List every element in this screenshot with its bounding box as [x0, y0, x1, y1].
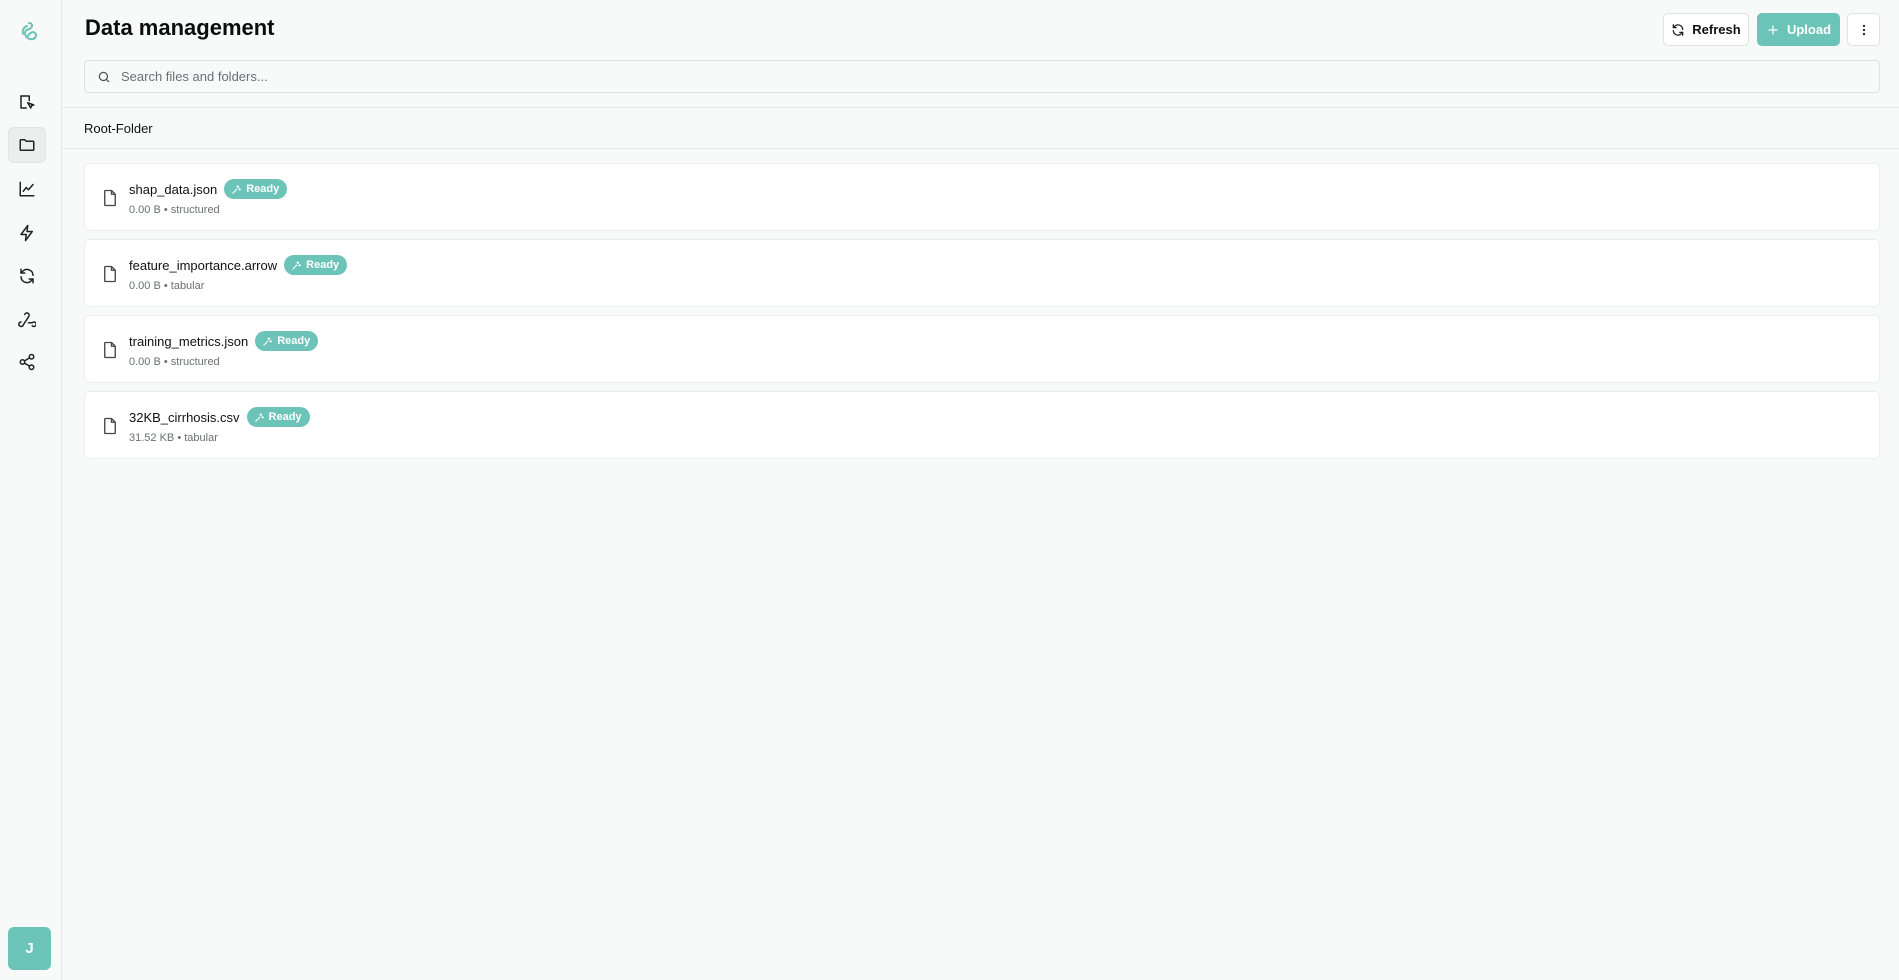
- sidebar-item-editor[interactable]: [8, 84, 46, 120]
- refresh-label: Refresh: [1692, 22, 1741, 37]
- file-name: training_metrics.json: [129, 333, 249, 349]
- lightning-icon: [20, 224, 33, 242]
- edit-icon: [20, 95, 35, 109]
- file-name: feature_importance.arrow: [129, 257, 278, 273]
- status-text: Ready: [306, 259, 340, 271]
- status-text: Ready: [246, 183, 280, 195]
- status-text: Ready: [268, 411, 302, 423]
- folder-icon: [19, 139, 35, 151]
- file-name: shap_data.json: [129, 181, 218, 197]
- refresh-button[interactable]: Refresh: [1663, 13, 1749, 46]
- file-icon: [104, 417, 116, 435]
- file-icon: [104, 341, 116, 359]
- line-chart-icon: [19, 181, 35, 197]
- search-icon: [98, 71, 110, 82]
- upload-label: Upload: [1786, 22, 1832, 37]
- avatar[interactable]: J: [8, 927, 51, 970]
- status-badge: Ready: [224, 179, 288, 199]
- refresh-cycle-icon: [20, 268, 34, 284]
- file-list: shap_data.json Ready 0.00 B • structured…: [84, 163, 1880, 467]
- file-row[interactable]: feature_importance.arrow Ready 0.00 B • …: [84, 239, 1880, 307]
- file-icon: [104, 189, 116, 207]
- sidebar: J: [0, 0, 62, 980]
- sidebar-item-webhooks[interactable]: [8, 301, 46, 337]
- search-bar: [84, 60, 1880, 93]
- file-icon: [104, 265, 116, 283]
- file-meta: 0.00 B • structured: [129, 204, 220, 216]
- file-meta: 31.52 KB • tabular: [129, 432, 218, 444]
- plus-icon: [1768, 24, 1778, 35]
- sparkle-icon: [254, 412, 264, 422]
- refresh-icon: [1672, 23, 1684, 36]
- sparkle-icon: [263, 336, 273, 346]
- share-icon: [19, 353, 35, 371]
- upload-button[interactable]: Upload: [1757, 13, 1840, 46]
- sidebar-item-analytics[interactable]: [8, 171, 46, 207]
- file-row[interactable]: shap_data.json Ready 0.00 B • structured: [84, 163, 1880, 231]
- status-badge: Ready: [255, 331, 319, 351]
- sidebar-item-share[interactable]: [8, 344, 46, 380]
- more-options-button[interactable]: [1847, 13, 1880, 46]
- sparkle-icon: [292, 260, 302, 270]
- webhook-icon: [18, 312, 36, 328]
- sidebar-item-data[interactable]: [8, 127, 46, 163]
- file-row[interactable]: training_metrics.json Ready 0.00 B • str…: [84, 315, 1880, 383]
- breadcrumb: Root-Folder: [62, 107, 1899, 149]
- breadcrumb-root[interactable]: Root-Folder: [84, 121, 153, 136]
- status-badge: Ready: [246, 407, 310, 427]
- sidebar-item-actions[interactable]: [8, 215, 46, 251]
- file-row[interactable]: 32KB_cirrhosis.csv Ready 31.52 KB • tabu…: [84, 391, 1880, 459]
- file-meta: 0.00 B • structured: [129, 356, 220, 368]
- file-meta: 0.00 B • tabular: [129, 280, 205, 292]
- file-name: 32KB_cirrhosis.csv: [129, 409, 240, 425]
- page-title: Data management: [85, 15, 275, 40]
- more-vertical-icon: [1862, 24, 1865, 35]
- sparkle-icon: [232, 184, 242, 194]
- search-input[interactable]: [121, 61, 1821, 92]
- status-text: Ready: [277, 335, 311, 347]
- sidebar-item-sync[interactable]: [8, 258, 46, 294]
- logo-icon[interactable]: [17, 20, 41, 46]
- status-badge: Ready: [284, 255, 348, 275]
